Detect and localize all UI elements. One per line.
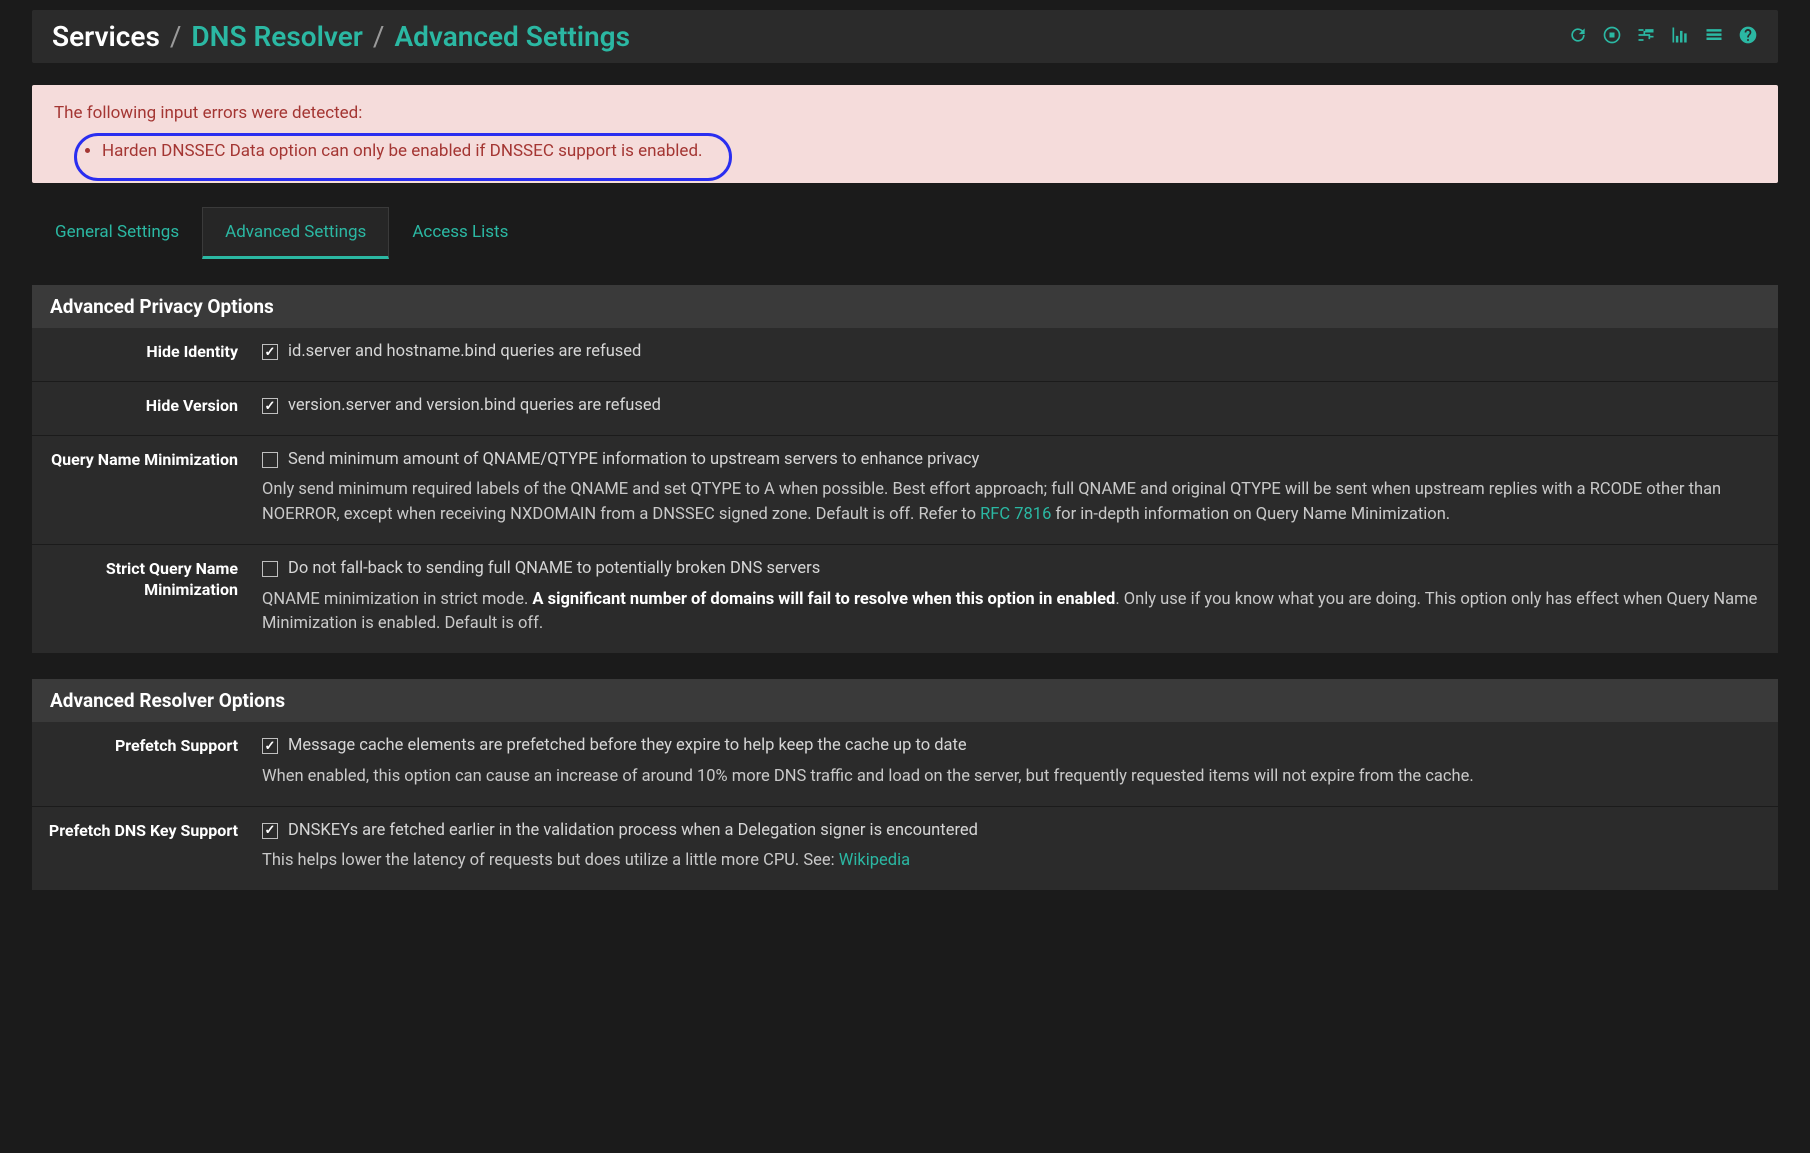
tab-general-settings[interactable]: General Settings (32, 207, 202, 259)
panel-advanced-resolver: Advanced Resolver Options Prefetch Suppo… (32, 679, 1778, 890)
help-strict-qname-strong: A significant number of domains will fai… (532, 590, 1115, 609)
help-qname-min-post: for in-depth information on Query Name M… (1051, 505, 1450, 524)
breadcrumb-sep: / (166, 20, 186, 53)
help-strict-qname: QNAME minimization in strict mode. A sig… (262, 588, 1760, 638)
label-hide-version: Hide Version (32, 382, 252, 435)
sliders-icon[interactable] (1636, 25, 1656, 49)
row-prefetch: Prefetch Support Message cache elements … (32, 722, 1778, 806)
checkbox-hide-identity[interactable] (262, 344, 278, 360)
checkbox-label-hide-identity: id.server and hostname.bind queries are … (288, 340, 641, 365)
breadcrumb-link-advanced-settings[interactable]: Advanced Settings (394, 20, 630, 53)
checkbox-prefetch[interactable] (262, 738, 278, 754)
link-wikipedia[interactable]: Wikipedia (839, 851, 910, 870)
tab-access-lists[interactable]: Access Lists (389, 207, 531, 259)
help-prefetch-key-pre: This helps lower the latency of requests… (262, 851, 839, 870)
error-alert-list: Harden DNSSEC Data option can only be en… (102, 141, 1756, 161)
bar-chart-icon[interactable] (1670, 25, 1690, 49)
help-strict-qname-pre: QNAME minimization in strict mode. (262, 590, 532, 609)
checkbox-qname-min[interactable] (262, 452, 278, 468)
breadcrumb-root: Services (52, 20, 160, 53)
stop-icon[interactable] (1602, 25, 1622, 49)
checkbox-label-prefetch: Message cache elements are prefetched be… (288, 734, 967, 759)
error-alert-item: Harden DNSSEC Data option can only be en… (102, 141, 1756, 161)
help-prefetch: When enabled, this option can cause an i… (262, 765, 1760, 790)
row-hide-identity: Hide Identity id.server and hostname.bin… (32, 328, 1778, 381)
title-action-icons (1568, 25, 1758, 49)
label-strict-qname: Strict Query Name Minimization (32, 545, 252, 653)
refresh-icon[interactable] (1568, 25, 1588, 49)
checkbox-label-prefetch-key: DNSKEYs are fetched earlier in the valid… (288, 819, 978, 844)
panel-header-resolver: Advanced Resolver Options (32, 679, 1778, 722)
label-prefetch: Prefetch Support (32, 722, 252, 806)
row-hide-version: Hide Version version.server and version.… (32, 381, 1778, 435)
link-rfc-7816[interactable]: RFC 7816 (980, 505, 1051, 524)
checkbox-prefetch-key[interactable] (262, 823, 278, 839)
checkbox-label-strict-qname: Do not fall-back to sending full QNAME t… (288, 557, 820, 582)
help-prefetch-key: This helps lower the latency of requests… (262, 849, 1760, 874)
error-alert-intro: The following input errors were detected… (54, 103, 1756, 123)
label-qname-min: Query Name Minimization (32, 436, 252, 544)
error-alert: The following input errors were detected… (32, 85, 1778, 183)
row-strict-qname: Strict Query Name Minimization Do not fa… (32, 544, 1778, 653)
checkbox-label-hide-version: version.server and version.bind queries … (288, 394, 661, 419)
label-hide-identity: Hide Identity (32, 328, 252, 381)
label-prefetch-key: Prefetch DNS Key Support (32, 807, 252, 891)
panel-header-privacy: Advanced Privacy Options (32, 285, 1778, 328)
help-qname-min: Only send minimum required labels of the… (262, 478, 1760, 528)
breadcrumb: Services / DNS Resolver / Advanced Setti… (52, 20, 630, 53)
titlebar: Services / DNS Resolver / Advanced Setti… (32, 10, 1778, 63)
checkbox-hide-version[interactable] (262, 398, 278, 414)
panel-advanced-privacy: Advanced Privacy Options Hide Identity i… (32, 285, 1778, 653)
help-icon[interactable] (1738, 25, 1758, 49)
row-qname-min: Query Name Minimization Send minimum amo… (32, 435, 1778, 544)
list-icon[interactable] (1704, 25, 1724, 49)
row-prefetch-key: Prefetch DNS Key Support DNSKEYs are fet… (32, 806, 1778, 891)
breadcrumb-link-dns-resolver[interactable]: DNS Resolver (191, 20, 362, 53)
breadcrumb-sep: / (369, 20, 389, 53)
tabs: General Settings Advanced Settings Acces… (32, 207, 1778, 259)
tab-advanced-settings[interactable]: Advanced Settings (202, 207, 389, 259)
checkbox-strict-qname[interactable] (262, 561, 278, 577)
checkbox-label-qname-min: Send minimum amount of QNAME/QTYPE infor… (288, 448, 979, 473)
